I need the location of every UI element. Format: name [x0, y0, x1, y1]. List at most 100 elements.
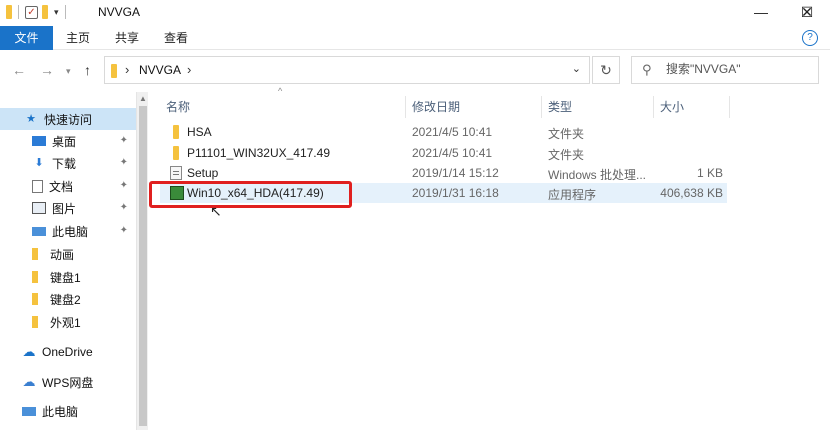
- nav-item-label: 此电脑: [42, 404, 79, 419]
- tab-view[interactable]: 查看: [164, 26, 188, 50]
- nav-item-keyboard2[interactable]: 键盘2: [0, 288, 136, 310]
- recent-locations-icon[interactable]: ▾: [66, 66, 71, 77]
- navigation-pane: ★ 快速访问 桌面 ✦ ⬇ 下载 ✦ 文档 ✦ 图片 ✦ 此电脑 ✦ 动画 键盘…: [0, 92, 148, 430]
- search-icon: ⚲: [642, 62, 652, 77]
- title-bar: ✓ ▾ NVVGA — ☐ ✕: [0, 0, 830, 26]
- nav-item-label: WPS网盘: [42, 375, 94, 390]
- search-input[interactable]: [666, 62, 814, 76]
- nav-item-pictures[interactable]: 图片 ✦: [0, 197, 136, 219]
- up-arrow-icon[interactable]: ↑: [84, 62, 91, 78]
- nav-item-label: 下载: [52, 156, 77, 171]
- file-name: Setup: [187, 166, 219, 180]
- file-name: P11101_WIN32UX_417.49: [187, 146, 330, 160]
- computer-icon: [32, 226, 46, 236]
- pin-icon[interactable]: ✦: [120, 135, 128, 146]
- tab-file[interactable]: 文件: [0, 26, 53, 50]
- nav-item-label: 此电脑: [52, 224, 89, 239]
- column-header-modified[interactable]: 修改日期: [406, 96, 542, 118]
- nav-item-label: 键盘2: [50, 292, 81, 307]
- file-type: Windows 批处理...: [548, 168, 647, 182]
- back-arrow-icon[interactable]: ←: [12, 62, 26, 78]
- nav-item-quick-access[interactable]: ★ 快速访问: [0, 108, 136, 130]
- customize-dropdown-icon[interactable]: ▾: [54, 7, 59, 18]
- nav-scrollbar[interactable]: ▲: [136, 92, 148, 430]
- folder-icon: [173, 125, 179, 139]
- folder-icon: [6, 5, 12, 19]
- pin-icon[interactable]: ✦: [120, 157, 128, 168]
- pin-icon[interactable]: ✦: [120, 202, 128, 213]
- file-list: ^ 名称 修改日期 类型 大小 HSA 2021/4/5 10:41 文件夹 P…: [148, 86, 830, 430]
- help-icon[interactable]: ?: [802, 30, 818, 46]
- download-icon: ⬇: [34, 157, 44, 169]
- window-title: NVVGA: [98, 5, 141, 19]
- nav-item-label: 动画: [50, 247, 75, 262]
- scroll-up-icon[interactable]: ▲: [139, 94, 147, 103]
- desktop-icon: [32, 136, 46, 146]
- file-row-p11101[interactable]: P11101_WIN32UX_417.49 2021/4/5 10:41 文件夹: [160, 143, 727, 163]
- sort-ascending-icon: ^: [278, 86, 283, 96]
- file-modified: 2021/4/5 10:41: [412, 125, 493, 139]
- tab-home[interactable]: 主页: [66, 26, 90, 50]
- picture-icon: [32, 202, 46, 214]
- computer-icon: [22, 406, 36, 416]
- column-header-name[interactable]: 名称: [160, 96, 406, 118]
- chevron-right-icon[interactable]: ›: [187, 62, 191, 77]
- chevron-right-icon[interactable]: ›: [125, 62, 129, 77]
- file-size: 406,638 KB: [660, 186, 723, 200]
- column-header-size[interactable]: 大小: [654, 96, 730, 118]
- document-icon: [32, 179, 43, 193]
- properties-icon[interactable]: ✓: [25, 5, 38, 19]
- file-modified: 2021/4/5 10:41: [412, 146, 493, 160]
- nav-item-wps-drive[interactable]: ☁ WPS网盘: [0, 371, 136, 393]
- breadcrumb-nvvga[interactable]: NVVGA: [139, 63, 181, 77]
- nav-item-desktop[interactable]: 桌面 ✦: [0, 130, 136, 152]
- divider: [18, 5, 19, 19]
- file-row-hsa[interactable]: HSA 2021/4/5 10:41 文件夹: [160, 122, 727, 142]
- forward-arrow-icon[interactable]: →: [40, 62, 54, 78]
- star-icon: ★: [26, 113, 36, 125]
- mouse-cursor-icon: ↖: [210, 203, 222, 219]
- navigation-bar: ← → ▾ ↑ › NVVGA › ⌄ ↻ ⚲: [0, 56, 830, 86]
- folder-icon: [111, 64, 117, 78]
- nav-item-label: 键盘1: [50, 270, 81, 285]
- nav-item-downloads[interactable]: ⬇ 下载 ✦: [0, 152, 136, 174]
- highlight-annotation-box: [149, 181, 352, 208]
- nav-item-label: 图片: [52, 201, 77, 216]
- file-type: 应用程序: [548, 188, 597, 202]
- nav-item-animation[interactable]: 动画: [0, 243, 136, 265]
- scrollbar-thumb[interactable]: [139, 106, 147, 426]
- file-type: 文件夹: [548, 148, 585, 162]
- cloud-icon: ☁: [22, 344, 36, 359]
- close-button[interactable]: ✕: [784, 0, 830, 26]
- nav-item-this-pc-pinned[interactable]: 此电脑 ✦: [0, 220, 136, 242]
- pin-icon[interactable]: ✦: [120, 225, 128, 236]
- minimize-button[interactable]: —: [738, 0, 784, 26]
- folder-icon: [173, 146, 179, 160]
- nav-item-documents[interactable]: 文档 ✦: [0, 175, 136, 197]
- cloud-icon: ☁: [22, 374, 36, 389]
- tab-share[interactable]: 共享: [115, 26, 139, 50]
- chevron-down-icon[interactable]: ⌄: [572, 62, 581, 75]
- nav-item-onedrive[interactable]: ☁ OneDrive: [0, 341, 136, 363]
- pin-icon[interactable]: ✦: [120, 180, 128, 191]
- column-header-type[interactable]: 类型: [542, 96, 654, 118]
- folder-icon: [32, 248, 38, 260]
- nav-item-appearance1[interactable]: 外观1: [0, 311, 136, 333]
- file-modified: 2019/1/31 16:18: [412, 186, 499, 200]
- folder-icon: [32, 271, 38, 283]
- file-row-setup[interactable]: Setup 2019/1/14 15:12 Windows 批处理... 1 K…: [160, 163, 727, 183]
- file-name: HSA: [187, 125, 212, 139]
- nav-item-label: 外观1: [50, 315, 81, 330]
- quick-access-toolbar: ✓ ▾: [6, 5, 68, 19]
- new-folder-icon[interactable]: [42, 5, 48, 19]
- refresh-button[interactable]: ↻: [592, 56, 620, 84]
- nav-item-keyboard1[interactable]: 键盘1: [0, 266, 136, 288]
- search-box[interactable]: ⚲: [631, 56, 819, 84]
- file-modified: 2019/1/14 15:12: [412, 166, 499, 180]
- nav-item-this-pc[interactable]: 此电脑: [0, 400, 136, 422]
- folder-icon: [32, 316, 38, 328]
- address-bar[interactable]: › NVVGA › ⌄: [104, 56, 590, 84]
- file-size: 1 KB: [696, 166, 723, 180]
- nav-item-label: 快速访问: [44, 112, 93, 127]
- ribbon-tabs: 文件 主页 共享 查看 ?: [0, 26, 830, 50]
